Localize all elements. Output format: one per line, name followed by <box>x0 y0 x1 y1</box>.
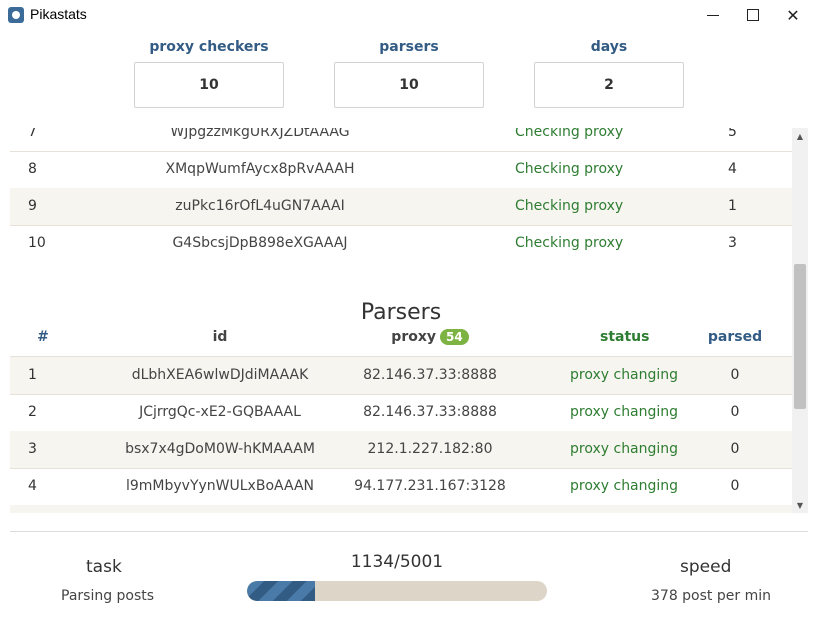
header-proxy-label: proxy <box>391 329 436 345</box>
vertical-scrollbar[interactable]: ▲ ▼ <box>792 128 808 513</box>
proxy-checker-row: 8 XMqpWumfAycx8pRvAAAH Checking proxy 4 <box>10 151 792 189</box>
close-button[interactable] <box>773 0 813 30</box>
proxy-checker-row: 9 zuPkc16rOfL4uGN7AAAI Checking proxy 1 <box>10 188 792 226</box>
maximize-button[interactable] <box>733 0 773 30</box>
proxy-checker-row: 10 G4SbcsjDpB898eXGAAAJ Checking proxy 3 <box>10 225 792 262</box>
parsers-label: parsers <box>379 39 439 55</box>
parser-proxy: 82.146.37.33:8888 <box>363 404 497 420</box>
progress-bar <box>247 581 547 601</box>
row-number: 3 <box>28 441 37 457</box>
header-status: status <box>600 329 650 345</box>
progress-count: 1134/5001 <box>350 552 444 572</box>
parsers-setting: parsers 10 <box>334 38 484 108</box>
parser-id: l9mMbyvYynWULxBoAAAN <box>125 478 314 494</box>
checker-count: 4 <box>728 161 737 177</box>
scrollbar-thumb[interactable] <box>794 264 806 409</box>
checker-count: 1 <box>728 198 737 214</box>
parser-id: dLbhXEA6wlwDJdiMAAAK <box>131 367 309 383</box>
checker-id: WJpgzzMkgURXJZDtAAAG <box>170 128 350 140</box>
title-bar: Pikastats <box>0 0 818 30</box>
parser-row: 2 JCjrrgQc-xE2-GQBAAAL 82.146.37.33:8888… <box>10 394 792 432</box>
tables-scroll-area[interactable]: 7 WJpgzzMkgURXJZDtAAAG Checking proxy 5 … <box>10 128 792 513</box>
parser-proxy: 82.146.37.33:8888 <box>363 367 497 383</box>
checker-id: XMqpWumfAycx8pRvAAAH <box>165 161 355 177</box>
proxy-checkers-setting: proxy checkers 10 <box>134 38 284 108</box>
days-setting: days 2 <box>534 38 684 108</box>
parser-id: bsx7x4gDoM0W-hKMAAAM <box>125 441 315 457</box>
parser-status: proxy changing <box>570 478 679 494</box>
days-input[interactable]: 2 <box>534 62 684 108</box>
task-label: task <box>86 557 122 577</box>
parser-status: proxy changing <box>570 404 679 420</box>
parsers-title: Parsers <box>360 300 442 325</box>
row-number: 1 <box>28 367 37 383</box>
task-value: Parsing posts <box>61 588 155 604</box>
scroll-up-arrow-icon[interactable]: ▲ <box>792 128 808 144</box>
app-icon <box>8 7 24 23</box>
checker-status: Checking proxy <box>515 128 624 140</box>
row-number: 9 <box>28 198 37 214</box>
parser-parsed: 0 <box>730 478 740 494</box>
parser-row <box>10 505 792 513</box>
minimize-button[interactable] <box>693 0 733 30</box>
row-number: 8 <box>28 161 37 177</box>
row-number: 10 <box>28 235 46 251</box>
parser-status: proxy changing <box>570 441 679 457</box>
speed-label: speed <box>680 557 732 577</box>
checker-status: Checking proxy <box>515 161 624 177</box>
checker-count: 3 <box>728 235 737 251</box>
header-id: id <box>212 329 228 345</box>
proxy-checkers-label: proxy checkers <box>149 39 269 55</box>
checker-count: 5 <box>728 128 737 140</box>
header-parsed: parsed <box>707 329 763 345</box>
parser-parsed: 0 <box>730 404 740 420</box>
header-number: # <box>37 329 49 345</box>
parser-proxy: 212.1.227.182:80 <box>367 441 493 457</box>
parser-parsed: 0 <box>730 441 740 457</box>
checker-status: Checking proxy <box>515 198 624 214</box>
parser-id: JCjrrgQc-xE2-GQBAAAL <box>139 404 301 420</box>
scroll-down-arrow-icon[interactable]: ▼ <box>792 497 808 513</box>
parser-row: 4 l9mMbyvYynWULxBoAAAN 94.177.231.167:31… <box>10 468 792 506</box>
checker-status: Checking proxy <box>515 235 624 251</box>
parser-parsed: 0 <box>730 367 740 383</box>
proxy-checker-row: 7 WJpgzzMkgURXJZDtAAAG Checking proxy 5 <box>10 128 792 152</box>
proxy-checkers-input[interactable]: 10 <box>134 62 284 108</box>
header-proxy: proxy 54 <box>340 327 520 347</box>
checker-id: zuPkc16rOfL4uGN7AAAI <box>175 198 345 214</box>
parser-proxy: 94.177.231.167:3128 <box>354 478 506 494</box>
days-label: days <box>590 39 628 55</box>
parser-row: 1 dLbhXEA6wlwDJdiMAAAK 82.146.37.33:8888… <box>10 356 792 395</box>
proxy-count-badge: 54 <box>440 329 469 345</box>
parsers-input[interactable]: 10 <box>334 62 484 108</box>
speed-value: 378 post per min <box>651 588 771 604</box>
progress-bar-fill <box>247 581 315 601</box>
row-number: 2 <box>28 404 37 420</box>
settings-panel: proxy checkers 10 parsers 10 days 2 <box>0 30 818 128</box>
parser-row: 3 bsx7x4gDoM0W-hKMAAAM 212.1.227.182:80 … <box>10 431 792 469</box>
parser-status: proxy changing <box>570 367 679 383</box>
row-number: 7 <box>28 128 37 140</box>
parsers-table-header: # id proxy 54 status parsed <box>10 327 792 347</box>
window-title: Pikastats <box>30 6 87 22</box>
status-footer: task Parsing posts 1134/5001 speed 378 p… <box>0 532 818 640</box>
row-number: 4 <box>28 478 37 494</box>
checker-id: G4SbcsjDpB898eXGAAAJ <box>172 235 348 251</box>
